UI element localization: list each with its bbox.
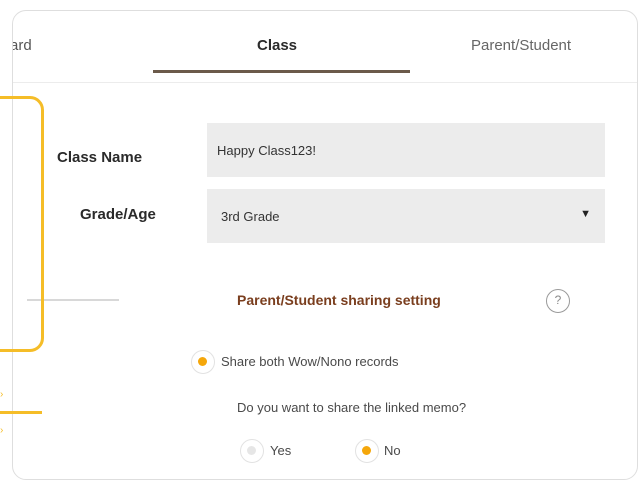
memo-question: Do you want to share the linked memo? [237, 400, 467, 415]
share-both-label: Share both Wow/Nono records [221, 354, 399, 369]
sharing-setting-title: Parent/Student sharing setting [237, 292, 441, 308]
pointer-arrow-icon: › [0, 425, 4, 436]
help-icon[interactable]: ? [546, 289, 570, 313]
tab-parent-student[interactable]: Parent/Student [471, 37, 571, 54]
memo-yes-radio[interactable] [240, 439, 264, 463]
tab-bar: ard Class Parent/Student [13, 11, 637, 83]
grade-age-label: Grade/Age [80, 206, 156, 223]
tab-board[interactable]: ard [13, 37, 32, 54]
grade-age-select[interactable]: 3rd Grade ▼ [207, 189, 605, 243]
class-settings-panel: ard Class Parent/Student Class Name Grad… [12, 10, 638, 480]
share-both-radio[interactable] [191, 350, 215, 374]
tutorial-highlight-box [0, 96, 44, 352]
memo-no-label: No [384, 443, 401, 458]
memo-no-radio[interactable] [355, 439, 379, 463]
dropdown-arrow-icon: ▼ [580, 208, 591, 220]
class-name-input[interactable] [207, 123, 605, 177]
grade-age-value: 3rd Grade [221, 209, 280, 224]
tutorial-connector-line [0, 411, 42, 414]
active-tab-indicator [153, 70, 410, 73]
tab-class[interactable]: Class [257, 37, 297, 54]
memo-yes-label: Yes [270, 443, 292, 458]
pointer-arrow-icon: › [0, 389, 4, 400]
class-name-label: Class Name [57, 149, 143, 166]
